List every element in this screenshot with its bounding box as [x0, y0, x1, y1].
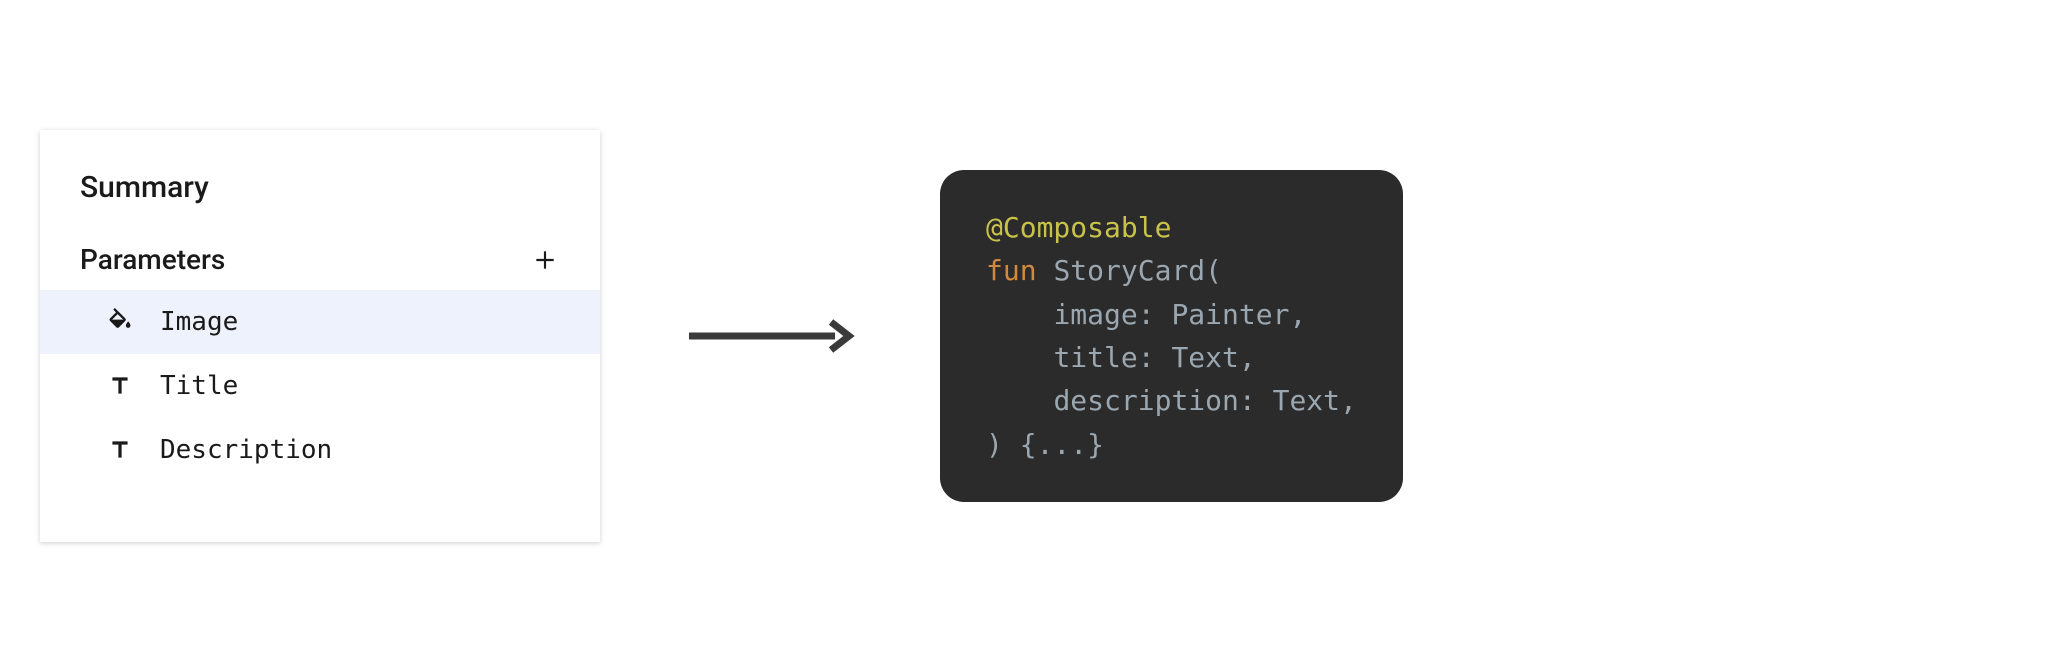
- add-parameter-button[interactable]: [530, 245, 560, 275]
- code-annotation: @Composable: [986, 211, 1171, 244]
- fill-icon: [104, 306, 136, 338]
- parameter-item-description[interactable]: Description: [40, 418, 600, 482]
- parameter-label: Title: [160, 371, 238, 401]
- code-open-paren: (: [1205, 254, 1222, 287]
- code-param-title: title: Text,: [1053, 341, 1255, 374]
- panel-title: Summary: [40, 170, 600, 233]
- parameter-item-title[interactable]: Title: [40, 354, 600, 418]
- arrow-right: [680, 316, 860, 356]
- parameter-list: Image Title Description: [40, 290, 600, 482]
- parameter-label: Image: [160, 307, 238, 337]
- code-func-name: StoryCard: [1053, 254, 1205, 287]
- plus-icon: [532, 247, 558, 273]
- text-icon: [104, 434, 136, 466]
- parameter-item-image[interactable]: Image: [40, 290, 600, 354]
- code-param-image: image: Painter,: [1053, 298, 1306, 331]
- code-snippet: @Composable fun StoryCard( image: Painte…: [940, 170, 1403, 502]
- code-param-description: description: Text,: [1053, 384, 1356, 417]
- section-label: Parameters: [80, 243, 225, 276]
- arrow-right-icon: [685, 318, 855, 354]
- text-icon: [104, 370, 136, 402]
- code-closing: ) {...}: [986, 428, 1104, 461]
- parameters-panel: Summary Parameters Image Title: [40, 130, 600, 542]
- parameters-section-header: Parameters: [40, 233, 600, 290]
- parameter-label: Description: [160, 435, 332, 465]
- code-keyword-fun: fun: [986, 254, 1037, 287]
